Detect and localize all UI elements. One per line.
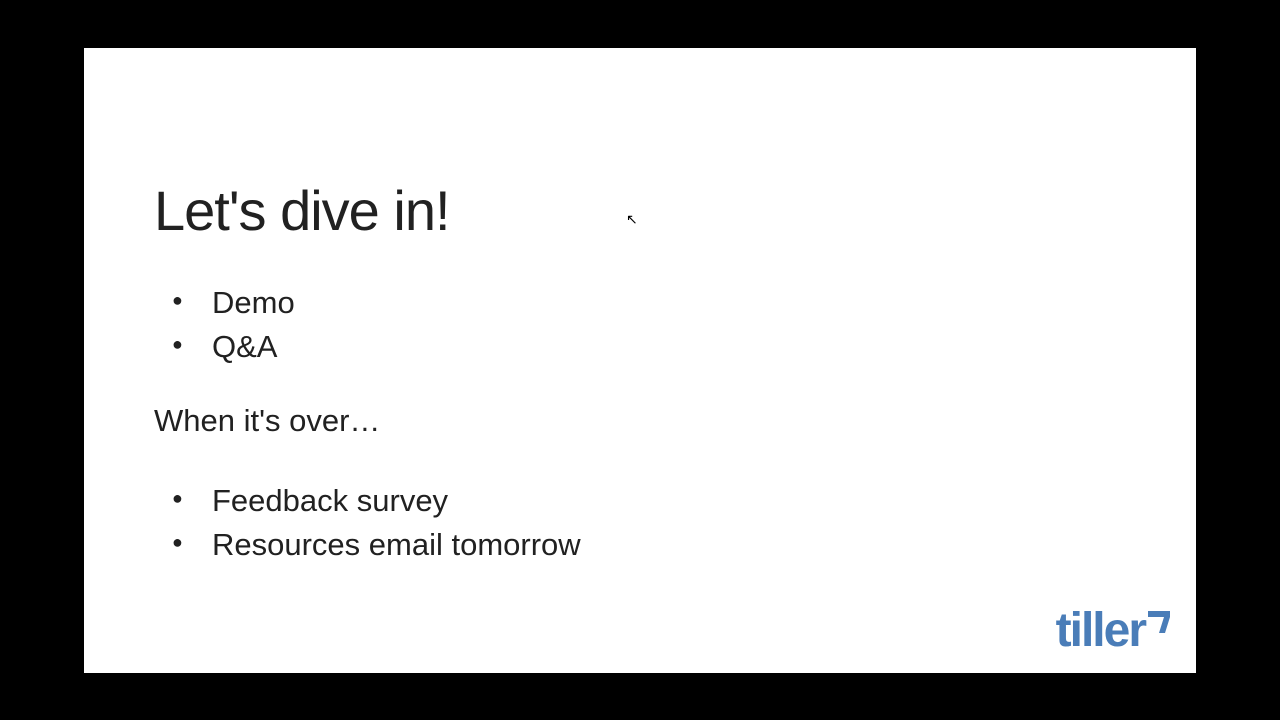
brand-logo: tiller — [1056, 607, 1170, 655]
brand-logo-icon — [1148, 611, 1170, 633]
bullet-list-bottom: Feedback survey Resources email tomorrow — [154, 481, 1126, 566]
list-item: Demo — [154, 283, 1126, 323]
presentation-slide: Let's dive in! Demo Q&A When it's over… … — [84, 48, 1196, 673]
slide-title: Let's dive in! — [154, 178, 1126, 243]
mouse-cursor-icon: ↖ — [626, 211, 638, 228]
list-item: Feedback survey — [154, 481, 1126, 521]
brand-logo-text: tiller — [1056, 607, 1145, 655]
list-item: Q&A — [154, 327, 1126, 367]
slide-subheading: When it's over… — [154, 403, 1126, 439]
list-item: Resources email tomorrow — [154, 525, 1126, 565]
bullet-list-top: Demo Q&A — [154, 283, 1126, 368]
